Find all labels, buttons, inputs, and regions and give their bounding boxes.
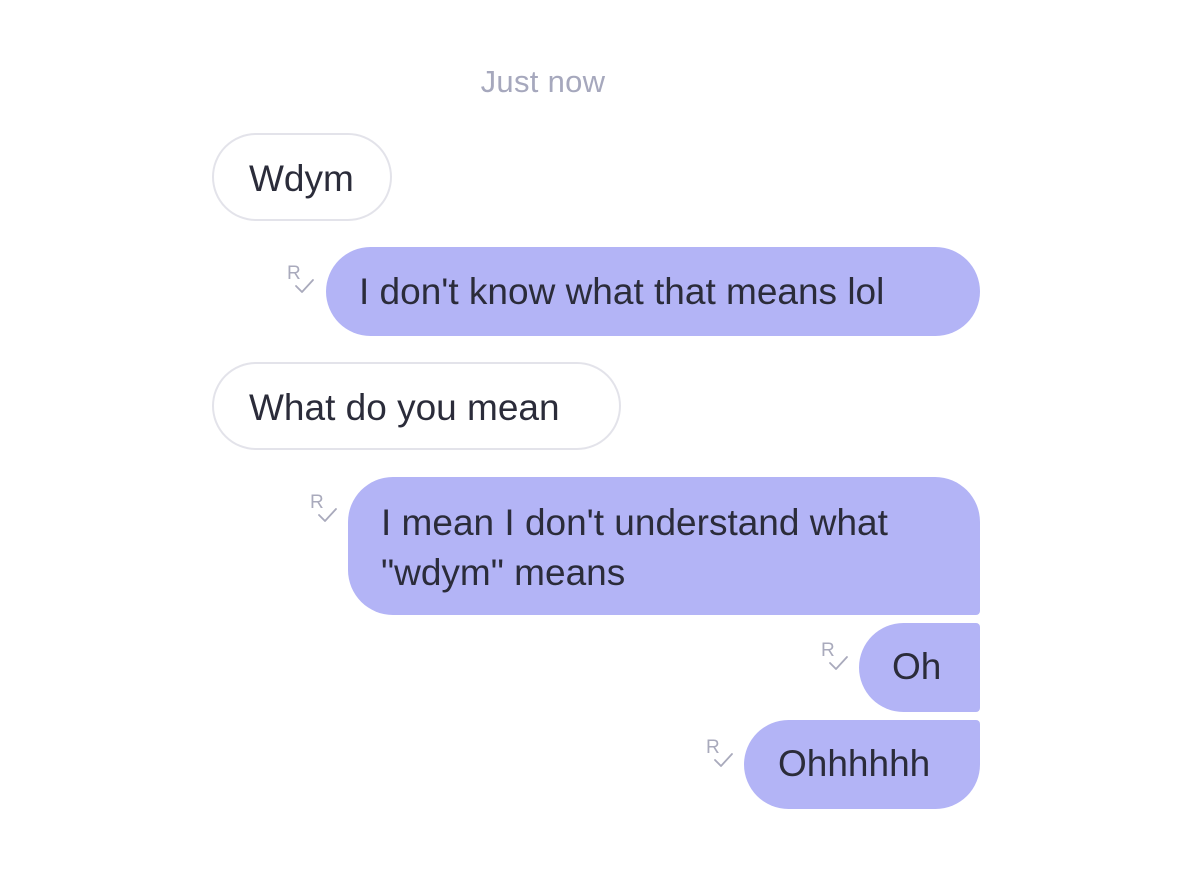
message-text: Wdym (249, 158, 354, 199)
read-receipt-icon: R (821, 640, 851, 677)
incoming-message-bubble[interactable]: Wdym (212, 133, 392, 221)
outgoing-message-bubble[interactable]: I mean I don't understand what "wdym" me… (348, 477, 980, 615)
message-text: What do you mean (249, 387, 560, 428)
incoming-message-bubble[interactable]: What do you mean (212, 362, 621, 450)
message-text-line: I mean I don't understand what (381, 502, 888, 543)
read-receipt-icon: R (706, 737, 736, 774)
read-receipt-letter: R (310, 492, 324, 513)
read-receipt-letter: R (821, 640, 835, 661)
read-receipt-icon: R (287, 263, 317, 300)
message-text: I don't know what that means lol (359, 271, 885, 312)
message-text-line: "wdym" means (381, 552, 626, 593)
outgoing-message-bubble[interactable]: Oh (859, 623, 980, 712)
read-receipt-icon: R (310, 492, 340, 529)
outgoing-message-bubble[interactable]: Ohhhhhh (744, 720, 980, 809)
timestamp: Just now (480, 64, 606, 99)
read-receipt-letter: R (287, 263, 301, 284)
message-text: Ohhhhhh (778, 743, 931, 784)
read-receipt-letter: R (706, 737, 720, 758)
message-text: Oh (892, 646, 942, 687)
outgoing-message-bubble[interactable]: I don't know what that means lol (326, 247, 980, 336)
